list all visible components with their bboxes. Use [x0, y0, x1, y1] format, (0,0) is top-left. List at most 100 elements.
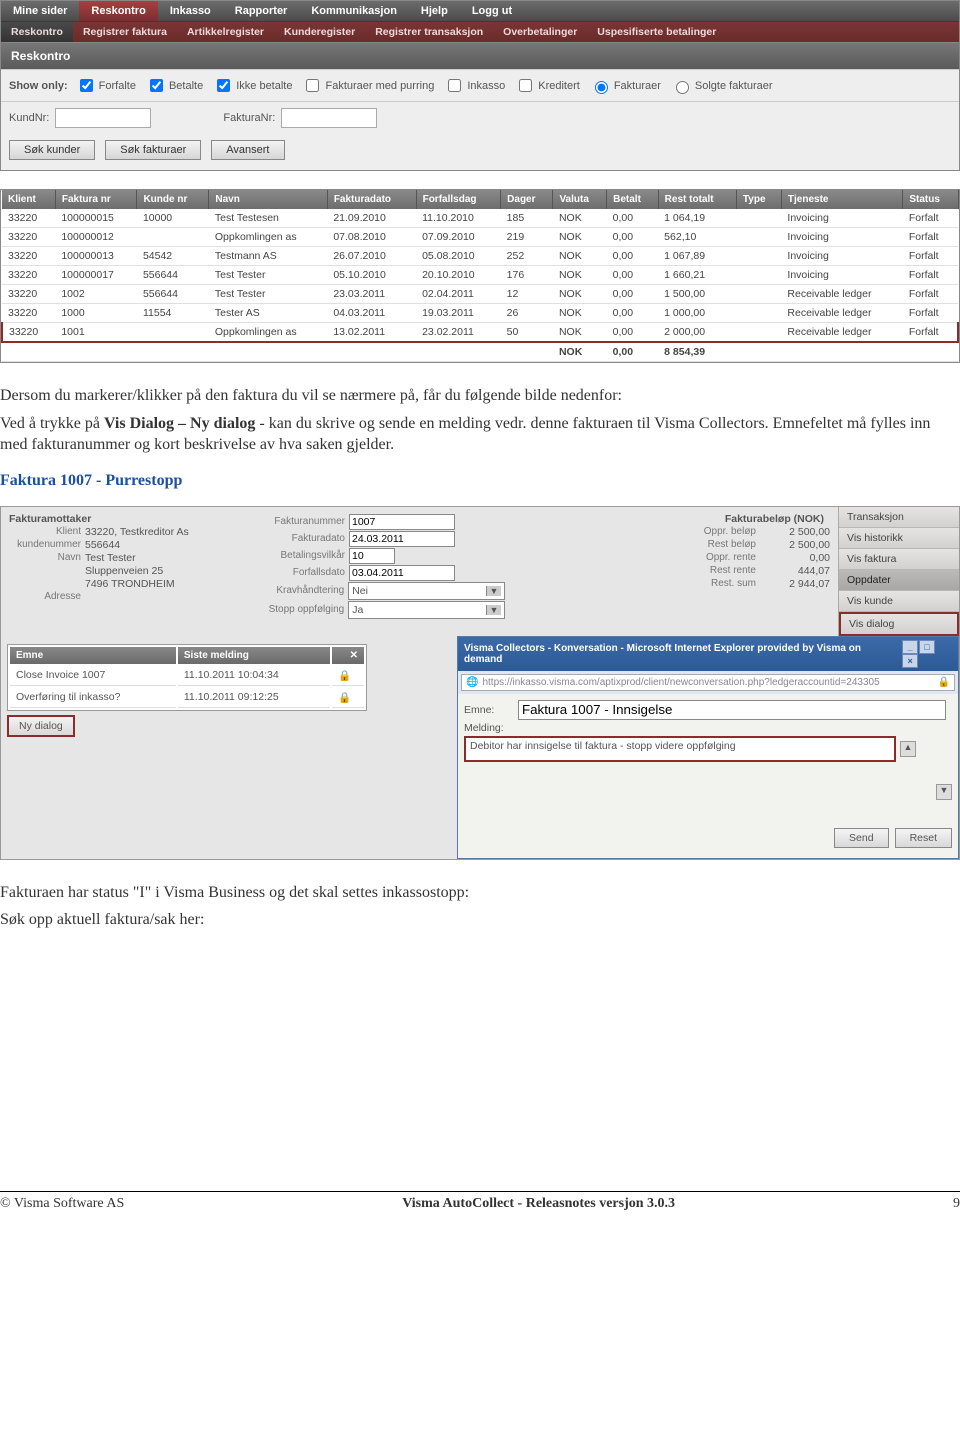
melding-textarea[interactable]: Debitor har innsigelse til faktura - sto… — [464, 736, 896, 762]
nav1-kommunikasjon[interactable]: Kommunikasjon — [299, 1, 409, 21]
scroll-down-icon[interactable]: ▼ — [936, 784, 952, 800]
panel-title: Reskontro — [1, 42, 959, 69]
nav1-mine-sider[interactable]: Mine sider — [1, 1, 79, 21]
sidebar-vis-historikk[interactable]: Vis historikk — [839, 528, 959, 549]
invoice-detail-screenshot: Fakturamottaker Klient33220, Testkredito… — [0, 506, 960, 860]
prose-2: Ved å trykke på Vis Dialog – Ny dialog -… — [0, 413, 960, 456]
sidebar-vis-faktura[interactable]: Vis faktura — [839, 549, 959, 570]
table-row[interactable]: 3322010000001354542Testmann AS26.07.2010… — [2, 247, 958, 266]
footer-right: 9 — [953, 1196, 960, 1212]
filter-check-inkasso[interactable]: Inkasso — [444, 76, 505, 95]
th-tjeneste[interactable]: Tjeneste — [781, 190, 902, 209]
th-status[interactable]: Status — [903, 190, 958, 209]
th-fakturadato[interactable]: Fakturadato — [327, 190, 416, 209]
window-controls: _□× — [901, 640, 952, 668]
sidebar-transaksjon[interactable]: Transaksjon — [839, 507, 959, 528]
filter-check-ikke-betalte[interactable]: Ikke betalte — [213, 76, 292, 95]
nav1-logg-ut[interactable]: Logg ut — [460, 1, 524, 21]
button-avansert[interactable]: Avansert — [211, 140, 284, 160]
nav2-registrer-faktura[interactable]: Registrer faktura — [73, 22, 177, 42]
filter-check-fakturaer-med-purring[interactable]: Fakturaer med purring — [302, 76, 434, 95]
nav2-registrer-transaksjon[interactable]: Registrer transaksjon — [365, 22, 493, 42]
nav1-reskontro[interactable]: Reskontro — [79, 1, 157, 21]
nav2-artikkelregister[interactable]: Artikkelregister — [177, 22, 274, 42]
mid-stopp-oppfølging: Stopp oppfølgingJa▼ — [245, 601, 505, 619]
lock-icon: 🔒 — [338, 670, 351, 682]
filter-bar: Show only:ForfalteBetalteIkke betalteFak… — [1, 69, 959, 102]
search-row: KundNr: FakturaNr: — [1, 102, 959, 134]
kundnr-input[interactable] — [55, 108, 151, 128]
mottaker-row: Adresse — [9, 591, 229, 602]
table-row[interactable]: 33220100011554Tester AS04.03.201119.03.2… — [2, 304, 958, 323]
table-row[interactable]: 3322010000001510000Test Testesen21.09.20… — [2, 209, 958, 228]
th-faktura-nr[interactable]: Faktura nr — [55, 190, 137, 209]
nav1-inkasso[interactable]: Inkasso — [158, 1, 223, 21]
ny-dialog-button[interactable]: Ny dialog — [7, 715, 75, 737]
filter-radio-solgte-fakturaer[interactable]: Solgte fakturaer — [671, 78, 773, 94]
close-window-icon[interactable]: × — [902, 654, 918, 668]
nav2-overbetalinger[interactable]: Overbetalinger — [493, 22, 587, 42]
maximize-icon[interactable]: □ — [919, 640, 935, 654]
close-icon[interactable]: ✕ — [332, 647, 364, 664]
mid-kravhåndtering: KravhåndteringNei▼ — [245, 582, 505, 600]
table-row[interactable]: 33220100000012Oppkomlingen as07.08.20100… — [2, 228, 958, 247]
filter-radio-fakturaer[interactable]: Fakturaer — [590, 78, 661, 94]
ie-title: Visma Collectors - Konversation - Micros… — [464, 643, 901, 665]
th-type[interactable]: Type — [736, 190, 781, 209]
send-button[interactable]: Send — [834, 828, 889, 848]
filter-check-forfalte[interactable]: Forfalte — [76, 76, 136, 95]
mid-betalingsvilkår: Betalingsvilkår — [245, 548, 505, 564]
th-rest-totalt[interactable]: Rest totalt — [658, 190, 736, 209]
dialog-row[interactable]: Overføring til inkasso?11.10.2011 09:12:… — [10, 688, 364, 708]
reset-button[interactable]: Reset — [895, 828, 952, 848]
sidebar-vis-dialog[interactable]: Vis dialog — [839, 612, 959, 636]
nav1-hjelp[interactable]: Hjelp — [409, 1, 460, 21]
scroll-up-icon[interactable]: ▲ — [900, 741, 916, 757]
table-total-row: NOK0,008 854,39 — [2, 342, 958, 362]
table-row[interactable]: 33220100000017556644Test Tester05.10.201… — [2, 266, 958, 285]
detail-sidebar: TransaksjonVis historikkVis fakturaOppda… — [838, 507, 959, 636]
table-row[interactable]: 332201001Oppkomlingen as13.02.201123.02.… — [2, 323, 958, 343]
mid-forfallsdato: Forfallsdato — [245, 565, 505, 581]
sidebar-vis-kunde[interactable]: Vis kunde — [839, 591, 959, 612]
th-betalt[interactable]: Betalt — [607, 190, 659, 209]
dialog-row[interactable]: Close Invoice 100711.10.2011 10:04:34🔒 — [10, 666, 364, 686]
nav2-reskontro[interactable]: Reskontro — [1, 22, 73, 42]
th-forfallsdag[interactable]: Forfallsdag — [416, 190, 501, 209]
invoice-table: KlientFaktura nrKunde nrNavnFakturadatoF… — [1, 190, 959, 362]
table-row[interactable]: 332201002556644Test Tester23.03.201102.0… — [2, 285, 958, 304]
lock-icon: 🔒 — [338, 692, 351, 704]
belop-row: Rest rente444,07 — [521, 565, 830, 577]
button-søk-fakturaer[interactable]: Søk fakturaer — [105, 140, 201, 160]
nav2-kunderegister[interactable]: Kunderegister — [274, 22, 365, 42]
melding-label: Melding: — [464, 722, 514, 734]
th-valuta[interactable]: Valuta — [553, 190, 607, 209]
th-klient[interactable]: Klient — [2, 190, 55, 209]
fakturamottaker-title: Fakturamottaker — [9, 513, 91, 525]
mid-fakturadato: Fakturadato — [245, 531, 505, 547]
footer-center: Visma AutoCollect - Releasnotes versjon … — [402, 1196, 675, 1212]
nav1-rapporter[interactable]: Rapporter — [223, 1, 300, 21]
button-søk-kunder[interactable]: Søk kunder — [9, 140, 95, 160]
fakturanr-input[interactable] — [281, 108, 377, 128]
emne-input[interactable] — [518, 700, 946, 720]
nav2-uspesifiserte-betalinger[interactable]: Uspesifiserte betalinger — [587, 22, 726, 42]
filter-check-betalte[interactable]: Betalte — [146, 76, 203, 95]
minimize-icon[interactable]: _ — [902, 640, 918, 654]
mottaker-row: NavnTest Tester — [9, 552, 229, 564]
th-dager[interactable]: Dager — [501, 190, 553, 209]
footer-left: © Visma Software AS — [0, 1196, 124, 1212]
prose-3-heading: Faktura 1007 - Purrestopp — [0, 472, 960, 490]
emne-label: Emne: — [464, 704, 514, 716]
fakturanr-label: FakturaNr: — [223, 112, 275, 124]
th-kunde-nr[interactable]: Kunde nr — [137, 190, 209, 209]
belop-row: Rest beløp2 500,00 — [521, 539, 830, 551]
sidebar-oppdater[interactable]: Oppdater — [839, 570, 959, 591]
mottaker-row: Sluppenveien 25 — [9, 565, 229, 577]
main-nav: Mine siderReskontroInkassoRapporterKommu… — [1, 1, 959, 21]
after-prose-1: Fakturaen har status "I" i Visma Busines… — [0, 882, 960, 904]
th-navn[interactable]: Navn — [209, 190, 327, 209]
button-row: Søk kunder Søk fakturaer Avansert — [1, 134, 959, 170]
filter-check-kreditert[interactable]: Kreditert — [515, 76, 580, 95]
address-url: https://inkasso.visma.com/aptixprod/clie… — [482, 677, 933, 688]
